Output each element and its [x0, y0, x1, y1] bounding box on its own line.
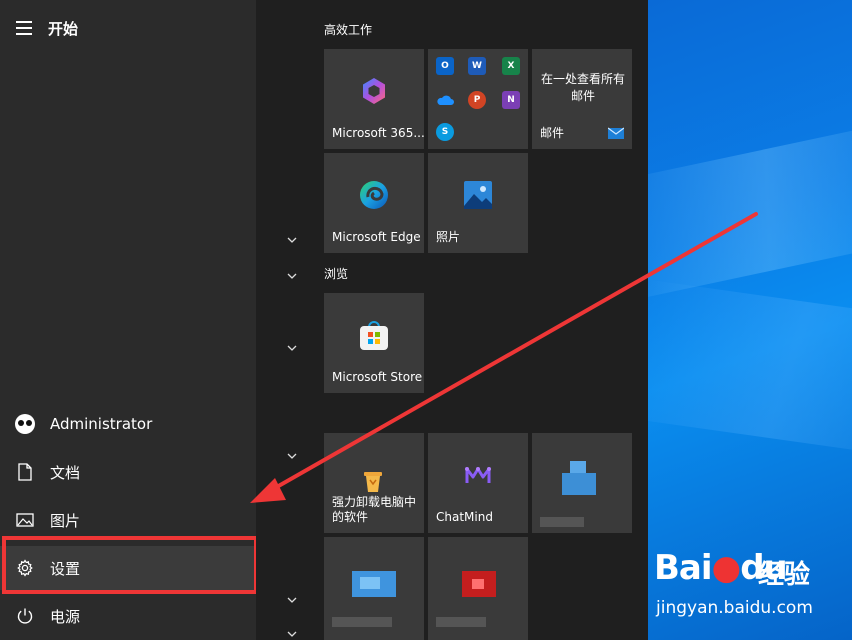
gear-icon — [17, 559, 33, 577]
tile-blurred-app[interactable] — [532, 433, 632, 533]
tile-microsoft-edge[interactable]: Microsoft Edge — [324, 153, 424, 253]
tile-microsoft-store[interactable]: Microsoft Store — [324, 293, 424, 393]
tile-blurred-app[interactable] — [428, 537, 528, 640]
tile-uninstaller[interactable]: 强力卸载电脑中的软件 — [324, 433, 424, 533]
tile-name: 邮件 — [540, 126, 565, 140]
watermark-cn: 经验 — [758, 560, 811, 590]
photos-icon — [463, 180, 493, 214]
pixelated-label — [332, 617, 392, 627]
power-icon — [17, 608, 33, 624]
chatmind-icon — [465, 465, 491, 489]
edge-icon — [358, 179, 390, 215]
start-title: 开始 — [48, 19, 79, 38]
tile-name: ChatMind — [436, 510, 493, 524]
chevron-down-icon[interactable] — [282, 624, 302, 640]
tile-name: Microsoft Edge — [332, 230, 421, 244]
mail-icon — [607, 124, 625, 143]
pixelated-icon — [472, 579, 484, 589]
start-menu-rail: 开始 Administrator 文档 图片 设置 电源 — [0, 0, 256, 640]
light-ray — [648, 118, 852, 302]
watermark-url: jingyan.baidu.com — [656, 598, 813, 618]
light-ray — [648, 278, 852, 462]
avatar — [15, 414, 35, 434]
rail-item-power[interactable]: 电源 — [0, 594, 256, 638]
rail-item-user[interactable]: Administrator — [0, 402, 256, 446]
tile-name: 照片 — [436, 230, 461, 244]
pixelated-icon — [360, 577, 380, 589]
chevron-down-icon[interactable] — [282, 230, 302, 250]
rail-item-pictures[interactable]: 图片 — [0, 498, 256, 542]
chevron-down-icon[interactable] — [282, 446, 302, 466]
chevron-down-icon[interactable] — [282, 338, 302, 358]
tile-office-apps[interactable]: O W X P N S — [428, 49, 528, 149]
hamburger-menu-icon[interactable] — [0, 10, 48, 46]
tile-name: 强力卸载电脑中的软件 — [332, 495, 417, 524]
excel-icon: X — [502, 57, 520, 75]
word-icon: W — [468, 57, 486, 75]
recycle-bin-icon — [359, 466, 387, 498]
document-icon — [18, 463, 32, 481]
onenote-icon: N — [502, 91, 520, 109]
tile-name: Microsoft 365... — [332, 126, 425, 140]
tile-blurred-app[interactable] — [324, 537, 424, 640]
onedrive-icon — [436, 91, 454, 109]
rail-item-label: 文档 — [50, 463, 81, 482]
tile-mail[interactable]: 在一处查看所有邮件 邮件 — [532, 49, 632, 149]
rail-item-label: 设置 — [50, 559, 81, 578]
powerpoint-icon: P — [468, 91, 486, 109]
group-label-productivity[interactable]: 高效工作 — [324, 21, 372, 38]
mail-description: 在一处查看所有邮件 — [540, 72, 625, 103]
tiles-area: 高效工作 浏览 Microsoft 365... O W X P N S 在一处… — [256, 0, 648, 640]
pixelated-label — [540, 517, 584, 527]
watermark-logo-left: Bai — [654, 548, 713, 588]
pixelated-label — [436, 617, 486, 627]
paw-icon: ● — [711, 548, 742, 588]
store-icon — [358, 319, 390, 355]
pixelated-icon — [562, 473, 596, 495]
m365-icon — [359, 76, 389, 110]
baidu-watermark: Bai●du 经验 jingyan.baidu.com — [654, 548, 844, 628]
tile-photos[interactable]: 照片 — [428, 153, 528, 253]
skype-icon: S — [436, 123, 454, 141]
chevron-down-icon[interactable] — [282, 266, 302, 286]
rail-item-documents[interactable]: 文档 — [0, 450, 256, 494]
desktop-background — [648, 0, 852, 640]
outlook-icon: O — [436, 57, 454, 75]
user-name: Administrator — [50, 415, 153, 433]
rail-item-label: 电源 — [50, 607, 81, 626]
tile-chatmind[interactable]: ChatMind — [428, 433, 528, 533]
tile-microsoft-365[interactable]: Microsoft 365... — [324, 49, 425, 149]
rail-item-label: 图片 — [50, 511, 81, 530]
start-header: 开始 — [0, 10, 256, 46]
picture-icon — [16, 513, 34, 527]
rail-item-settings[interactable]: 设置 — [0, 546, 256, 590]
chevron-down-icon[interactable] — [282, 590, 302, 610]
tile-name: Microsoft Store — [332, 370, 423, 384]
group-label-browse[interactable]: 浏览 — [324, 265, 348, 282]
